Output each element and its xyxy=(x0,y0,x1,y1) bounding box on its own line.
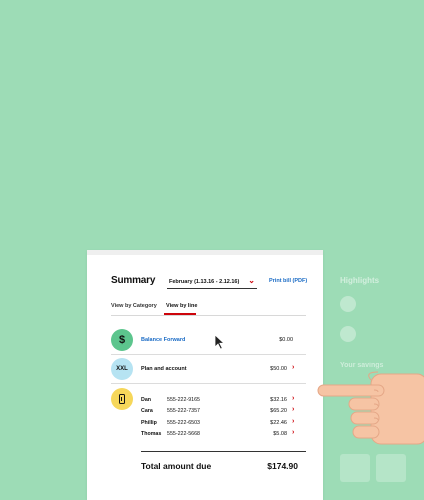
line-amount: $32.16 xyxy=(270,397,287,403)
savings-tile xyxy=(376,454,406,482)
tab-view-by-category[interactable]: View by Category xyxy=(111,303,157,309)
plan-and-account-label: Plan and account xyxy=(141,366,187,372)
tab-divider xyxy=(111,315,306,316)
tab-view-by-line[interactable]: View by line xyxy=(166,303,197,309)
row-divider xyxy=(111,354,306,355)
expand-line-arrow-icon[interactable]: › xyxy=(292,406,294,413)
line-amount: $65.20 xyxy=(270,408,287,414)
line-number: 555-222-7357 xyxy=(167,408,200,414)
period-selector-value: February (1.13.16 - 2.12.16) xyxy=(169,279,240,285)
highlights-title: Highlights xyxy=(340,276,380,285)
highlight-row xyxy=(340,326,424,342)
line-amount: $22.46 xyxy=(270,420,287,426)
line-name-thomas: Thomas xyxy=(141,431,162,437)
expand-line-arrow-icon[interactable]: › xyxy=(292,395,294,402)
line-number: 555-222-5668 xyxy=(167,431,200,437)
phone-icon xyxy=(111,388,133,410)
total-divider xyxy=(141,451,306,452)
page-title: Summary xyxy=(111,275,156,286)
savings-title: Your savings xyxy=(340,362,384,369)
savings-tile xyxy=(340,454,370,482)
line-name-dan: Dan xyxy=(141,397,152,403)
expand-line-arrow-icon[interactable]: › xyxy=(292,418,294,425)
print-bill-link[interactable]: Print bill (PDF) xyxy=(269,278,307,284)
line-number: 555-222-6503 xyxy=(167,420,200,426)
line-number: 555-222-9165 xyxy=(167,397,200,403)
dollar-icon: $ xyxy=(111,329,133,351)
xxl-plan-icon: XXL xyxy=(111,358,133,380)
chevron-down-icon: ⌄ xyxy=(248,276,255,285)
total-amount-value: $174.90 xyxy=(267,461,298,471)
line-name-phillip: Phillip xyxy=(141,420,157,426)
line-name-cara: Cara xyxy=(141,408,153,414)
period-selector[interactable]: February (1.13.16 - 2.12.16) ⌄ xyxy=(167,276,257,289)
plan-and-account-amount: $50.00 xyxy=(270,366,287,372)
card-top-bar xyxy=(87,250,323,255)
expand-line-arrow-icon[interactable]: › xyxy=(292,429,294,436)
mouse-cursor-icon xyxy=(214,334,226,350)
row-divider xyxy=(111,383,306,384)
balance-forward-amount: $0.00 xyxy=(279,337,293,343)
balance-forward-link[interactable]: Balance Forward xyxy=(141,337,185,343)
expand-plan-arrow-icon[interactable]: › xyxy=(292,364,294,371)
line-amount: $5.08 xyxy=(273,431,287,437)
total-amount-label: Total amount due xyxy=(141,461,212,471)
bill-summary-card: Summary February (1.13.16 - 2.12.16) ⌄ P… xyxy=(87,250,323,500)
highlight-row xyxy=(340,296,424,312)
pointing-hand-icon xyxy=(317,371,424,445)
